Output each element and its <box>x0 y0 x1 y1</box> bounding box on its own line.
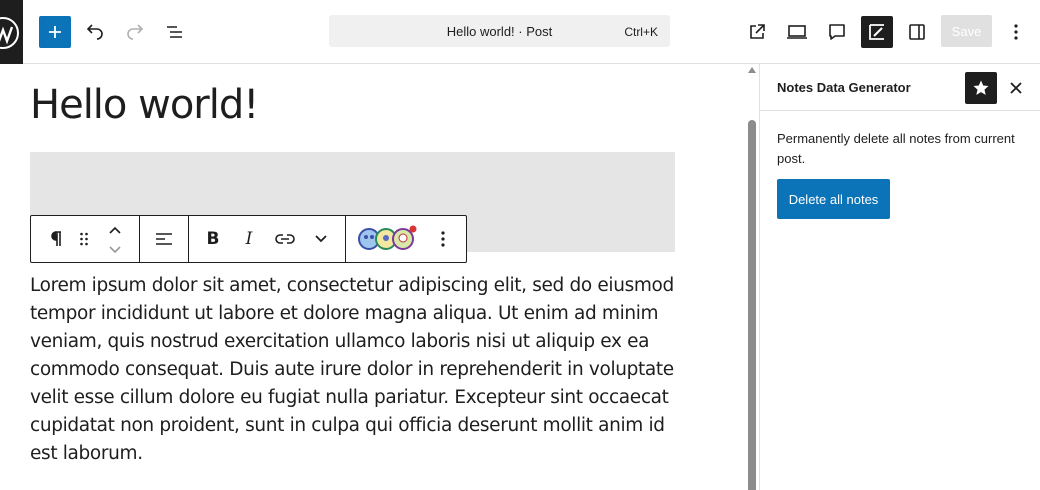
close-sidebar-button[interactable] <box>1004 72 1028 104</box>
list-view-icon <box>167 26 182 38</box>
move-down-button[interactable] <box>103 239 127 261</box>
comment-icon <box>829 24 845 40</box>
list-view-button[interactable] <box>159 16 191 48</box>
move-up-icon <box>109 226 121 234</box>
toolbar-divider <box>139 216 140 262</box>
editor-canvas: Hello world! B I Lorem ipsum dolor sit a… <box>0 64 760 490</box>
bold-button[interactable]: B <box>198 216 228 262</box>
command-palette-bar[interactable]: Hello world! · Post Ctrl+K <box>329 15 670 47</box>
close-icon <box>1010 82 1022 94</box>
shortcut-hint: Ctrl+K <box>624 25 658 39</box>
paragraph-icon <box>51 231 61 246</box>
collaborator-avatars[interactable] <box>355 216 421 262</box>
desktop-preview-icon <box>787 25 807 39</box>
sidebar-toggle-icon <box>909 24 925 40</box>
delete-all-notes-button[interactable]: Delete all notes <box>777 179 890 219</box>
italic-icon: I <box>245 229 253 249</box>
notes-generator-button[interactable] <box>861 16 893 48</box>
link-button[interactable] <box>270 216 300 262</box>
chevron-down-icon <box>315 235 327 243</box>
preview-device-button[interactable] <box>781 16 813 48</box>
star-icon <box>973 80 989 95</box>
italic-button[interactable]: I <box>234 216 264 262</box>
block-toolbar: B I <box>30 215 467 263</box>
editor-header: Hello world! · Post Ctrl+K Save <box>0 0 1040 64</box>
undo-icon <box>86 24 103 40</box>
plus-icon <box>49 26 61 38</box>
move-up-button[interactable] <box>103 219 127 241</box>
align-button[interactable] <box>149 216 179 262</box>
settings-sidebar-button[interactable] <box>901 16 933 48</box>
more-rich-text-button[interactable] <box>306 216 336 262</box>
external-link-icon <box>750 24 765 39</box>
toolbar-divider <box>345 216 346 262</box>
drag-handle[interactable] <box>73 216 95 262</box>
sidebar-header: Notes Data Generator <box>760 64 1040 111</box>
sidebar-description: Permanently delete all notes from curren… <box>777 131 1015 166</box>
more-vertical-icon <box>441 231 445 247</box>
sidebar-title: Notes Data Generator <box>777 80 911 95</box>
scrollbar-thumb[interactable] <box>748 120 756 490</box>
document-title: Hello world! · Post <box>446 24 553 39</box>
save-button[interactable]: Save <box>941 15 992 47</box>
block-type-button[interactable] <box>41 216 69 262</box>
post-title[interactable]: Hello world! <box>30 82 259 128</box>
options-button[interactable] <box>1000 16 1032 48</box>
bold-icon: B <box>206 229 220 249</box>
redo-button[interactable] <box>119 16 151 48</box>
wordpress-logo[interactable] <box>0 0 23 64</box>
link-icon <box>275 234 295 244</box>
view-post-button[interactable] <box>741 16 773 48</box>
align-left-icon <box>156 233 172 245</box>
avatars-icon <box>358 225 417 250</box>
redo-icon <box>127 24 144 40</box>
toolbar-divider <box>188 216 189 262</box>
block-options-button[interactable] <box>429 216 457 262</box>
undo-button[interactable] <box>79 16 111 48</box>
more-vertical-icon <box>1014 24 1018 40</box>
plugin-sidebar: Notes Data Generator Permanently delete … <box>759 64 1040 490</box>
drag-handle-icon <box>80 232 88 246</box>
notes-edit-icon <box>869 24 884 40</box>
scroll-up-arrow-icon[interactable] <box>748 67 756 73</box>
paragraph-block[interactable]: Lorem ipsum dolor sit amet, consectetur … <box>30 272 680 468</box>
add-block-button[interactable] <box>39 16 71 48</box>
pin-plugin-button[interactable] <box>965 72 997 104</box>
comments-button[interactable] <box>821 16 853 48</box>
move-down-icon <box>109 246 121 254</box>
